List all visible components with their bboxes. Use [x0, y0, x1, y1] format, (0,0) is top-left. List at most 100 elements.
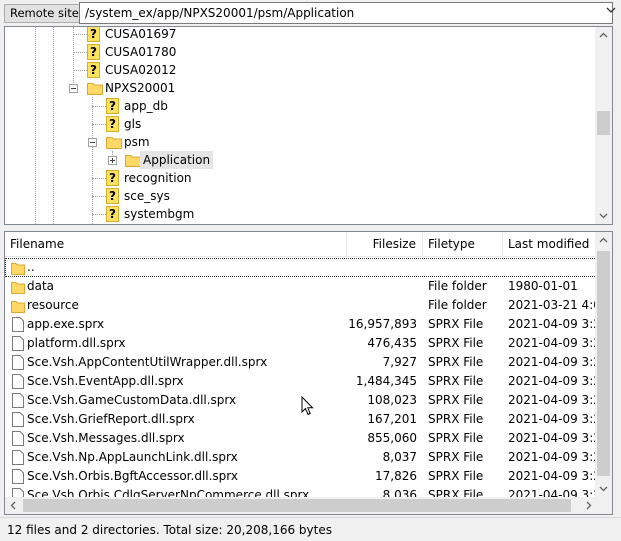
scroll-up-icon[interactable]	[595, 232, 612, 249]
file-size: 17,826	[375, 469, 417, 483]
table-row[interactable]: Sce.Vsh.Orbis.BgftAccessor.dll.sprx 17,8…	[5, 467, 598, 486]
table-row[interactable]: platform.dll.sprx 476,435 SPRX File 2021…	[5, 334, 598, 353]
file-icon	[12, 355, 24, 370]
column-header-filename[interactable]: Filename	[5, 232, 347, 257]
file-modified: 2021-04-09 3:2...	[508, 355, 598, 369]
file-modified: 2021-03-21 4:0...	[508, 298, 598, 312]
unknown-folder-icon: ?	[106, 170, 119, 186]
file-type: File folder	[428, 279, 487, 293]
unknown-folder-icon: ?	[87, 62, 100, 78]
tree-vertical-scrollbar[interactable]	[595, 27, 612, 224]
folder-icon	[11, 301, 25, 313]
tree-item[interactable]: ? systembgm	[5, 205, 595, 223]
folder-icon	[106, 137, 122, 149]
scrollbar-thumb[interactable]	[597, 251, 610, 476]
unknown-folder-icon: ?	[87, 44, 100, 60]
file-type: SPRX File	[428, 431, 484, 445]
file-icon	[12, 450, 24, 465]
collapse-toggle-icon[interactable]	[88, 138, 97, 147]
table-row[interactable]: Sce.Vsh.AppContentUtilWrapper.dll.sprx 7…	[5, 353, 598, 372]
tree-item[interactable]: NPXS20001	[5, 79, 595, 97]
collapse-toggle-icon[interactable]	[69, 84, 78, 93]
expand-toggle-icon[interactable]	[108, 156, 117, 165]
file-name: platform.dll.sprx	[27, 336, 126, 350]
file-modified: 2021-04-09 3:2...	[508, 317, 598, 331]
unknown-folder-icon: ?	[87, 27, 100, 42]
file-type: SPRX File	[428, 393, 484, 407]
file-type: SPRX File	[428, 469, 484, 483]
file-size: 16,957,893	[348, 317, 417, 331]
table-row[interactable]: Sce.Vsh.Np.AppLaunchLink.dll.sprx 8,037 …	[5, 448, 598, 467]
file-icon	[12, 317, 24, 332]
tree-item[interactable]: ? recognition	[5, 169, 595, 187]
file-modified: 2021-04-09 3:2...	[508, 412, 598, 426]
file-list-header: Filename Filesize Filetype Last modified	[5, 232, 597, 257]
scroll-left-icon[interactable]	[5, 497, 22, 514]
tree-item[interactable]: ? CUSA01697	[5, 27, 595, 43]
tree-item-label: CUSA02012	[105, 63, 177, 77]
file-name: data	[27, 279, 55, 293]
column-header-filetype[interactable]: Filetype	[423, 232, 503, 257]
table-row[interactable]: data File folder 1980-01-01	[5, 277, 597, 296]
tree-item[interactable]: ? CUSA01780	[5, 43, 595, 61]
scroll-down-icon[interactable]	[595, 480, 612, 497]
file-size: 167,201	[367, 412, 417, 426]
file-size: 1,484,345	[355, 374, 417, 388]
tree-item-label: psm	[124, 135, 150, 149]
file-list-horizontal-scrollbar[interactable]	[5, 497, 597, 514]
tree-item[interactable]: ? app_db	[5, 97, 595, 115]
file-name: Sce.Vsh.GameCustomData.dll.sprx	[27, 393, 237, 407]
file-type: SPRX File	[428, 355, 484, 369]
table-row[interactable]: resource File folder 2021-03-21 4:0...	[5, 296, 598, 315]
scrollbar-corner	[595, 497, 612, 514]
table-row[interactable]: app.exe.sprx 16,957,893 SPRX File 2021-0…	[5, 315, 598, 334]
file-name: app.exe.sprx	[27, 317, 105, 331]
file-modified: 2021-04-09 3:2...	[508, 374, 598, 388]
file-size: 476,435	[367, 336, 417, 350]
tree-item-selected[interactable]: Application	[5, 151, 595, 169]
file-size: 108,023	[367, 393, 417, 407]
file-name: Sce.Vsh.GriefReport.dll.sprx	[27, 412, 195, 426]
tree-item-label: app_db	[124, 99, 168, 113]
file-name: resource	[27, 298, 79, 312]
file-name: Sce.Vsh.Orbis.BgftAccessor.dll.sprx	[27, 469, 239, 483]
tree-item[interactable]: ? gls	[5, 115, 595, 133]
column-header-filesize[interactable]: Filesize	[347, 232, 423, 257]
scrollbar-thumb[interactable]	[597, 111, 610, 135]
unknown-folder-icon: ?	[106, 206, 119, 222]
scroll-up-icon[interactable]	[595, 27, 612, 44]
tree-item[interactable]: ? sce_sys	[5, 187, 595, 205]
unknown-folder-icon: ?	[106, 188, 119, 204]
folder-icon	[125, 155, 141, 167]
remote-file-list[interactable]: Filename Filesize Filetype Last modified…	[4, 231, 613, 515]
file-modified: 1980-01-01	[508, 279, 578, 293]
table-row[interactable]: Sce.Vsh.EventApp.dll.sprx 1,484,345 SPRX…	[5, 372, 598, 391]
column-header-last-modified[interactable]: Last modified	[503, 232, 597, 257]
file-name: Sce.Vsh.Np.AppLaunchLink.dll.sprx	[27, 450, 238, 464]
parent-directory-row[interactable]: ..	[5, 258, 597, 277]
file-type: SPRX File	[428, 336, 484, 350]
file-name: Sce.Vsh.EventApp.dll.sprx	[27, 374, 184, 388]
chevron-down-icon[interactable]	[605, 4, 617, 16]
file-list-vertical-scrollbar[interactable]	[595, 232, 612, 497]
file-size: 855,060	[367, 431, 417, 445]
file-name: ..	[27, 260, 35, 274]
scroll-down-icon[interactable]	[595, 207, 612, 224]
table-row[interactable]: Sce.Vsh.Messages.dll.sprx 855,060 SPRX F…	[5, 429, 598, 448]
remote-path-input[interactable]: /system_ex/app/NPXS20001/psm/Application	[79, 2, 613, 24]
status-bar: 12 files and 2 directories. Total size: …	[0, 517, 621, 541]
tree-item[interactable]: ? CUSA02012	[5, 61, 595, 79]
file-type: SPRX File	[428, 374, 484, 388]
file-type: SPRX File	[428, 450, 484, 464]
tree-item-label: NPXS20001	[105, 81, 176, 95]
remote-directory-tree[interactable]: ? CUSA01697 ? CUSA01780 ? CUSA02012 NPXS…	[4, 26, 613, 225]
tree-item-label: systembgm	[124, 207, 195, 221]
tree-item-label: recognition	[124, 171, 192, 185]
file-icon	[12, 469, 24, 484]
tree-item-label: Application	[140, 151, 214, 169]
remote-site-label: Remote site:	[4, 4, 89, 23]
tree-item[interactable]: psm	[5, 133, 595, 151]
tree-item-label: sce_sys	[124, 189, 170, 203]
file-icon	[12, 336, 24, 351]
scrollbar-thumb[interactable]	[23, 499, 571, 512]
